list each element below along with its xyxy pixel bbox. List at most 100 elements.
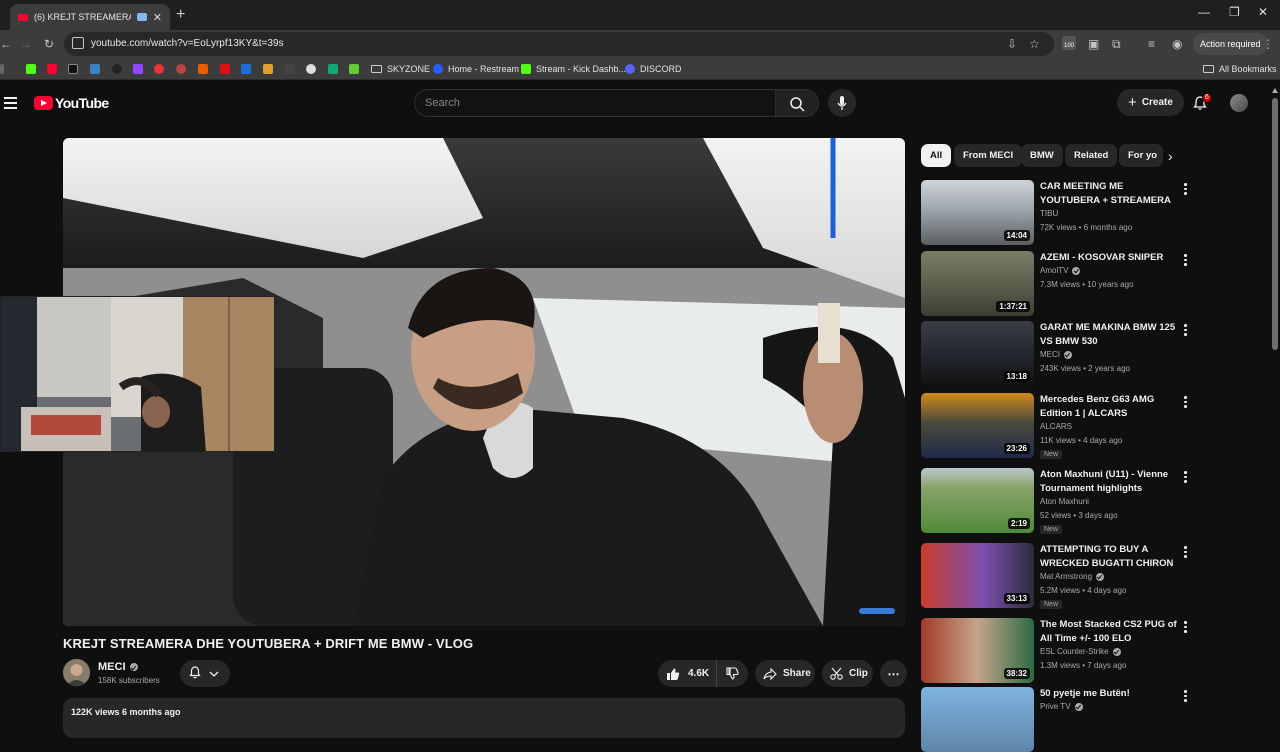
- recommended-channel[interactable]: ALCARS: [1040, 422, 1072, 431]
- recommended-title[interactable]: Aton Maxhuni (U11) - Vienne Tournament h…: [1040, 468, 1180, 495]
- kick-bookmark-icon[interactable]: [26, 64, 36, 74]
- recommended-channel[interactable]: AmolTV: [1040, 266, 1081, 275]
- extension-icon[interactable]: ▣: [1088, 37, 1099, 51]
- share-button[interactable]: Share: [755, 660, 815, 687]
- channel-text[interactable]: ESL Counter-Strike: [1040, 647, 1109, 656]
- recommended-video[interactable]: 13:18 GARAT ME MAKINA BMW 125 VS BMW 530 M…: [921, 321, 1251, 389]
- bookmark-icon[interactable]: [112, 64, 122, 74]
- more-vert-icon[interactable]: [1184, 183, 1187, 197]
- extension-counter-icon[interactable]: 100: [1062, 36, 1076, 50]
- bookmark-skyzone[interactable]: SKYZONE: [371, 61, 430, 77]
- channel-text[interactable]: Aton Maxhuni: [1040, 497, 1089, 506]
- youtube-logo[interactable]: YouTube: [34, 95, 109, 111]
- channel-text[interactable]: TIBU: [1040, 209, 1058, 218]
- all-bookmarks[interactable]: All Bookmarks: [1203, 61, 1277, 77]
- video-thumbnail[interactable]: 14:04: [921, 180, 1034, 245]
- site-info-icon[interactable]: [72, 37, 84, 49]
- chevron-right-icon[interactable]: ›: [1168, 148, 1173, 164]
- forward-icon[interactable]: →: [20, 37, 32, 51]
- close-tab-icon[interactable]: ✕: [153, 11, 162, 24]
- bookmark-kick-dashboard[interactable]: Stream - Kick Dashb...: [521, 61, 626, 77]
- video-thumbnail[interactable]: 1:37:21: [921, 251, 1034, 316]
- channel-text[interactable]: ALCARS: [1040, 422, 1072, 431]
- video-thumbnail[interactable]: 38:32: [921, 618, 1034, 683]
- page-scrollbar[interactable]: [1270, 80, 1280, 720]
- recommended-video[interactable]: 50 pyetje me Butën! Prive TV: [921, 687, 1251, 752]
- recommended-title[interactable]: AZEMI - KOSOVAR SNIPER: [1040, 251, 1180, 265]
- bookmark-icon[interactable]: [154, 64, 164, 74]
- account-avatar[interactable]: [1230, 94, 1248, 112]
- install-app-icon[interactable]: ⇩: [1007, 38, 1019, 50]
- channel-text[interactable]: Mat Armstrong: [1040, 572, 1092, 581]
- recommended-video[interactable]: 33:13 ATTEMPTING TO BUY A WRECKED BUGATTI…: [921, 543, 1251, 611]
- description-box[interactable]: 122K views 6 months ago: [63, 698, 905, 738]
- chip-from-meci[interactable]: From MECI: [954, 144, 1023, 167]
- restore-icon[interactable]: ❐: [1229, 5, 1240, 19]
- like-button[interactable]: 4.6K: [658, 660, 716, 687]
- recommended-channel[interactable]: Prive TV: [1040, 702, 1083, 711]
- subscribed-notification-button[interactable]: [180, 660, 230, 687]
- recommended-channel[interactable]: Aton Maxhuni: [1040, 497, 1089, 506]
- more-vert-icon[interactable]: [1184, 254, 1187, 268]
- voice-search-button[interactable]: [828, 89, 856, 117]
- channel-name[interactable]: MECI: [98, 661, 138, 673]
- recommended-video[interactable]: 14:04 CAR MEETING ME YOUTUBERA + STREAMER…: [921, 180, 1251, 248]
- back-icon[interactable]: ←: [0, 37, 12, 51]
- chip-bmw[interactable]: BMW: [1021, 144, 1063, 167]
- more-vert-icon[interactable]: [1184, 471, 1187, 485]
- more-vert-icon[interactable]: [1184, 396, 1187, 410]
- chip-for-you[interactable]: For yo: [1119, 144, 1163, 167]
- omnibox[interactable]: youtube.com/watch?v=EoLyrpf13KY&t=39s ⇩ …: [64, 32, 1054, 56]
- video-thumbnail[interactable]: 13:18: [921, 321, 1034, 386]
- profile-icon[interactable]: ◉: [1172, 37, 1182, 51]
- reload-icon[interactable]: ↻: [44, 37, 54, 51]
- media-control-icon[interactable]: ≡: [1148, 37, 1155, 51]
- recommended-video[interactable]: 23:26 Mercedes Benz G63 AMG Edition 1 | A…: [921, 393, 1251, 461]
- bookmark-star-icon[interactable]: ☆: [1029, 38, 1041, 50]
- scrollbar-thumb[interactable]: [1272, 98, 1278, 350]
- apps-icon[interactable]: [0, 64, 4, 74]
- bookmark-icon[interactable]: [241, 64, 251, 74]
- recommended-title[interactable]: CAR MEETING ME YOUTUBERA + STREAMERA 😱 T…: [1040, 180, 1180, 207]
- recommended-video[interactable]: 2:19 Aton Maxhuni (U11) - Vienne Tourname…: [921, 468, 1251, 536]
- channel-text[interactable]: Prive TV: [1040, 702, 1071, 711]
- dislike-button[interactable]: [716, 660, 748, 687]
- clip-button[interactable]: Clip: [822, 660, 873, 687]
- bookmark-icon[interactable]: [306, 64, 316, 74]
- extensions-puzzle-icon[interactable]: ⧉: [1112, 37, 1121, 52]
- bookmark-icon[interactable]: [90, 64, 100, 74]
- recommended-title[interactable]: GARAT ME MAKINA BMW 125 VS BMW 530: [1040, 321, 1180, 348]
- bookmark-restream[interactable]: Home - Restream: [433, 61, 519, 77]
- search-input[interactable]: [415, 90, 775, 116]
- recommended-video[interactable]: 1:37:21 AZEMI - KOSOVAR SNIPER AmolTV 7.3M …: [921, 251, 1251, 319]
- recommended-title[interactable]: ATTEMPTING TO BUY A WRECKED BUGATTI CHIR…: [1040, 543, 1180, 570]
- audio-playing-icon[interactable]: [136, 13, 147, 21]
- bookmark-icon[interactable]: [285, 64, 295, 74]
- search-box[interactable]: [414, 89, 775, 117]
- video-thumbnail[interactable]: 23:26: [921, 393, 1034, 458]
- minimize-icon[interactable]: —: [1198, 5, 1210, 19]
- youtube-bookmark-icon[interactable]: [47, 64, 57, 74]
- video-thumbnail[interactable]: 2:19: [921, 468, 1034, 533]
- more-vert-icon[interactable]: [1184, 690, 1187, 704]
- close-window-icon[interactable]: ✕: [1258, 5, 1268, 19]
- more-vert-icon[interactable]: [1184, 324, 1187, 338]
- more-vert-icon[interactable]: [1184, 621, 1187, 635]
- bookmark-discord[interactable]: DISCORD: [625, 61, 682, 77]
- recommended-channel[interactable]: MECI: [1040, 350, 1072, 359]
- recommended-title[interactable]: 50 pyetje me Butën!: [1040, 687, 1180, 701]
- scroll-up-icon[interactable]: [1272, 88, 1278, 93]
- bookmark-icon[interactable]: [176, 64, 186, 74]
- new-tab-icon[interactable]: +: [176, 6, 185, 24]
- bookmark-icon[interactable]: [220, 64, 230, 74]
- bookmark-icon[interactable]: [328, 64, 338, 74]
- video-thumbnail[interactable]: 33:13: [921, 543, 1034, 608]
- chip-related[interactable]: Related: [1065, 144, 1118, 167]
- recommended-video[interactable]: 38:32 The Most Stacked CS2 PUG of All Tim…: [921, 618, 1251, 686]
- channel-name-text[interactable]: MECI: [98, 661, 126, 673]
- bookmark-icon[interactable]: [198, 64, 208, 74]
- recommended-channel[interactable]: TIBU: [1040, 209, 1058, 218]
- bookmark-icon[interactable]: [263, 64, 273, 74]
- recommended-channel[interactable]: ESL Counter-Strike: [1040, 647, 1121, 656]
- recommended-title[interactable]: The Most Stacked CS2 PUG of All Time +/-…: [1040, 618, 1180, 645]
